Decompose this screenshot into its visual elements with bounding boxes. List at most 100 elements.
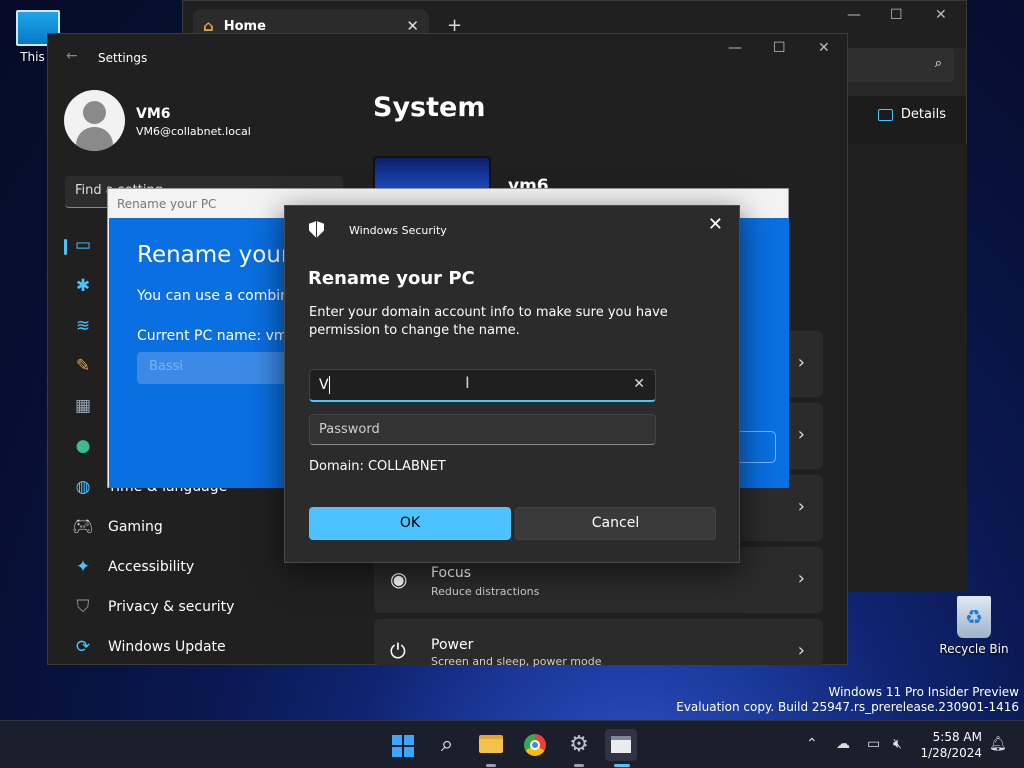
user-name: VM6: [136, 106, 171, 122]
settings-icon[interactable]: ⚙: [563, 729, 595, 761]
sidebar-item-privacy[interactable]: ⛉ Privacy & security: [72, 597, 235, 617]
accessibility-icon: ✦: [75, 557, 91, 577]
brush-icon: ✎: [75, 356, 91, 376]
settings-card-power[interactable]: ⏻ Power Screen and sleep, power mode ›: [374, 619, 823, 668]
sidebar-item-accounts[interactable]: ●: [72, 436, 94, 456]
start-icon[interactable]: [387, 729, 419, 761]
shield-icon: [309, 221, 324, 238]
ok-button[interactable]: OK: [309, 507, 511, 540]
person-icon: ●: [75, 436, 91, 456]
dialog-title: Windows Security: [349, 224, 447, 237]
avatar[interactable]: [64, 90, 125, 151]
sidebar-item-windows-update[interactable]: ⟳ Windows Update: [72, 637, 226, 657]
settings-maximize-button[interactable]: ☐: [773, 40, 786, 56]
domain-label: Domain: COLLABNET: [309, 459, 446, 474]
card-subtitle: Screen and sleep, power mode: [431, 655, 602, 668]
active-app-indicator: [614, 764, 630, 767]
chevron-up-icon[interactable]: ⌃: [806, 736, 818, 752]
recycle-bin-label: Recycle Bin: [939, 642, 1009, 656]
wifi-icon: ≋: [75, 316, 91, 336]
volume-muted-icon[interactable]: 🔇︎: [893, 736, 902, 752]
recycle-bin-desktop-icon[interactable]: ♻ Recycle Bin: [937, 596, 1011, 656]
dialog-description: Enter your domain account info to make s…: [309, 305, 668, 338]
sidebar-item-bluetooth[interactable]: ✱: [72, 276, 94, 296]
details-pane-icon: [877, 108, 893, 121]
watermark-line2: Evaluation copy. Build 25947.rs_prerelea…: [676, 700, 1019, 714]
close-icon[interactable]: ✕: [708, 214, 723, 235]
watermark-line1: Windows 11 Pro Insider Preview: [828, 685, 1019, 699]
settings-close-button[interactable]: ✕: [818, 40, 830, 56]
password-placeholder: Password: [319, 422, 380, 437]
chevron-right-icon: ›: [797, 424, 805, 445]
details-button[interactable]: Details: [877, 107, 946, 122]
clock-date: 1/28/2024: [920, 746, 982, 760]
text-caret: [329, 376, 330, 394]
page-title: System: [373, 92, 486, 123]
card-title: Focus: [431, 565, 471, 581]
minimize-button[interactable]: —: [847, 7, 861, 23]
terminal-icon[interactable]: [605, 729, 637, 761]
dialog-heading: Rename your PC: [308, 268, 475, 289]
settings-window-title: Settings: [98, 51, 148, 65]
sidebar-item-network[interactable]: ≋: [72, 316, 94, 336]
card-title: Power: [431, 637, 474, 653]
password-field[interactable]: Password: [309, 414, 656, 445]
recycle-bin-icon: ♻: [957, 596, 991, 638]
maximize-button[interactable]: ☐: [890, 7, 903, 23]
ibeam-cursor-icon: I: [465, 373, 470, 392]
globe-icon: ◍: [75, 477, 91, 497]
sidebar-item-label: Gaming: [108, 519, 163, 535]
back-arrow-icon[interactable]: ←: [66, 48, 78, 64]
tab-home-label: Home: [223, 18, 266, 34]
bluetooth-icon: ✱: [75, 276, 91, 296]
search-icon[interactable]: ⌕: [431, 729, 463, 761]
chrome-icon[interactable]: [519, 729, 551, 761]
update-icon: ⟳: [75, 637, 91, 657]
clock-time: 5:58 AM: [932, 730, 982, 744]
card-subtitle: Reduce distractions: [431, 585, 540, 598]
apps-icon: ▦: [74, 396, 92, 416]
display-icon[interactable]: ▭: [867, 736, 880, 752]
focus-icon: ◉: [390, 567, 408, 591]
monitor-icon: ▭: [74, 235, 92, 255]
settings-minimize-button[interactable]: —: [728, 40, 742, 56]
sidebar-item-accessibility[interactable]: ✦ Accessibility: [72, 557, 194, 577]
sidebar-item-label: Windows Update: [108, 639, 226, 655]
explorer-running-indicator: [486, 764, 496, 767]
explorer-search-box[interactable]: ⌕: [836, 48, 954, 82]
clear-icon[interactable]: ✕: [633, 376, 645, 392]
power-icon: ⏻: [390, 639, 406, 663]
sidebar-item-gaming[interactable]: 🎮︎ Gaming: [72, 517, 163, 537]
current-pc-name: Current PC name: vm6: [137, 328, 297, 344]
selected-indicator: [64, 239, 67, 255]
close-window-button[interactable]: ✕: [935, 7, 947, 23]
pc-thumbnail: [373, 156, 491, 192]
sidebar-item-personalization[interactable]: ✎: [72, 356, 94, 376]
windows-security-dialog: Windows Security ✕ Rename your PC Enter …: [284, 205, 740, 563]
details-pane: [847, 144, 967, 592]
chevron-right-icon: ›: [797, 496, 805, 517]
search-icon: ⌕: [934, 56, 942, 71]
taskbar: ⌕ ⚙ ⌃ ☁ ▭ 🔇︎ 5:58 AM 1/28/2024 🔔︎: [0, 720, 1024, 768]
details-label: Details: [900, 107, 946, 122]
sidebar-item-label: Privacy & security: [108, 599, 235, 615]
user-email: VM6@collabnet.local: [136, 125, 251, 138]
rename-description: You can use a combina: [137, 288, 298, 304]
notification-bell-icon[interactable]: 🔔︎: [989, 736, 1007, 752]
shield-icon: ⛉: [76, 597, 90, 617]
network-offline-icon[interactable]: ☁: [836, 736, 850, 752]
chevron-right-icon: ›: [797, 568, 805, 589]
sidebar-item-label: Accessibility: [108, 559, 195, 575]
settings-running-indicator: [574, 764, 584, 767]
file-explorer-icon[interactable]: [475, 729, 507, 761]
sidebar-item-system[interactable]: ▭: [72, 235, 94, 255]
new-name-input[interactable]: Bassi: [137, 352, 297, 384]
clock[interactable]: 5:58 AM 1/28/2024: [920, 729, 982, 761]
sidebar-item-apps[interactable]: ▦: [72, 396, 94, 416]
cancel-button[interactable]: Cancel: [515, 507, 716, 540]
chevron-right-icon: ›: [797, 352, 805, 373]
username-value: V: [319, 377, 329, 393]
gamepad-icon: 🎮︎: [72, 517, 94, 537]
username-field[interactable]: V I ✕: [309, 369, 656, 402]
chevron-right-icon: ›: [797, 640, 805, 661]
